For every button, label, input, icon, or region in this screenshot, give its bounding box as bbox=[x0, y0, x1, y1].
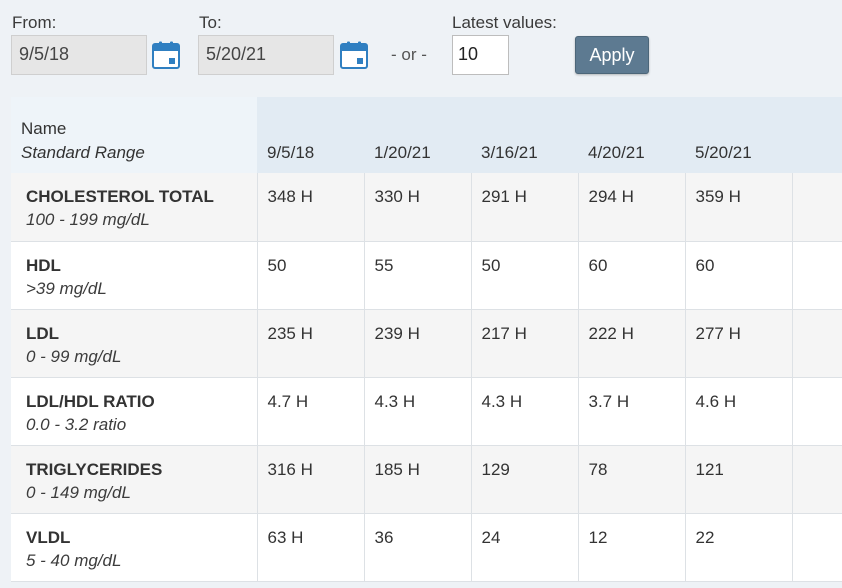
result-value-cell: 217 H bbox=[470, 309, 578, 378]
apply-button[interactable]: Apply bbox=[575, 36, 649, 74]
name-header-label: Name bbox=[21, 119, 67, 138]
result-value-cell: 63 H bbox=[256, 513, 364, 582]
result-value-cell: 121 bbox=[684, 445, 792, 514]
empty-cell bbox=[791, 309, 842, 378]
result-value-cell: 4.6 H bbox=[684, 377, 792, 446]
calendar-icon[interactable] bbox=[152, 41, 180, 69]
lab-results-page: From: 9/5/18 To: 5/20/21 - or - Latest v… bbox=[0, 0, 842, 588]
test-name-cell: LDL/HDL RATIO 0.0 - 3.2 ratio bbox=[11, 377, 257, 446]
standard-range: 0 - 99 mg/dL bbox=[26, 346, 122, 366]
standard-range-header-label: Standard Range bbox=[21, 143, 145, 162]
result-value-cell: 222 H bbox=[577, 309, 685, 378]
from-label: From: bbox=[12, 13, 57, 32]
table-header-row: Name Standard Range 9/5/18 1/20/21 3/16/… bbox=[11, 97, 842, 173]
result-value-cell: 50 bbox=[470, 241, 578, 310]
result-value-cell: 12 bbox=[577, 513, 685, 582]
empty-cell bbox=[791, 513, 842, 582]
test-name-cell: TRIGLYCERIDES 0 - 149 mg/dL bbox=[11, 445, 257, 514]
empty-column-header bbox=[792, 97, 842, 173]
result-value-cell: 22 bbox=[684, 513, 792, 582]
date-column-header[interactable]: 4/20/21 bbox=[578, 97, 685, 173]
standard-range: 0.0 - 3.2 ratio bbox=[26, 414, 127, 434]
test-name[interactable]: LDL bbox=[26, 324, 257, 344]
date-filter-bar: From: 9/5/18 To: 5/20/21 - or - Latest v… bbox=[0, 0, 842, 98]
test-name[interactable]: HDL bbox=[26, 256, 257, 276]
result-value-cell: 36 bbox=[363, 513, 471, 582]
to-date-input[interactable]: 5/20/21 bbox=[198, 35, 334, 75]
test-name[interactable]: VLDL bbox=[26, 528, 257, 548]
table-row: HDL >39 mg/dL 50 55 50 60 60 bbox=[11, 241, 842, 310]
test-name[interactable]: LDL/HDL RATIO bbox=[26, 392, 257, 412]
calendar-icon[interactable] bbox=[340, 41, 368, 69]
table-row: TRIGLYCERIDES 0 - 149 mg/dL 316 H 185 H … bbox=[11, 445, 842, 514]
from-date-input[interactable]: 9/5/18 bbox=[11, 35, 147, 75]
table-row: LDL/HDL RATIO 0.0 - 3.2 ratio 4.7 H 4.3 … bbox=[11, 377, 842, 446]
standard-range: >39 mg/dL bbox=[26, 278, 107, 298]
result-value-cell: 4.7 H bbox=[256, 377, 364, 446]
test-name-cell: VLDL 5 - 40 mg/dL bbox=[11, 513, 257, 582]
date-column-header[interactable]: 1/20/21 bbox=[364, 97, 471, 173]
result-value-cell: 291 H bbox=[470, 173, 578, 242]
result-value-cell: 235 H bbox=[256, 309, 364, 378]
result-value-cell: 316 H bbox=[256, 445, 364, 514]
test-name-cell: HDL >39 mg/dL bbox=[11, 241, 257, 310]
result-value-cell: 277 H bbox=[684, 309, 792, 378]
empty-cell bbox=[791, 173, 842, 242]
standard-range: 5 - 40 mg/dL bbox=[26, 550, 122, 570]
result-value-cell: 348 H bbox=[256, 173, 364, 242]
table-row: LDL 0 - 99 mg/dL 235 H 239 H 217 H 222 H… bbox=[11, 309, 842, 378]
result-value-cell: 4.3 H bbox=[363, 377, 471, 446]
table-row: VLDL 5 - 40 mg/dL 63 H 36 24 12 22 bbox=[11, 513, 842, 582]
test-name[interactable]: CHOLESTEROL TOTAL bbox=[26, 187, 257, 207]
standard-range: 0 - 149 mg/dL bbox=[26, 482, 131, 502]
date-column-header[interactable]: 9/5/18 bbox=[257, 97, 364, 173]
result-value-cell: 3.7 H bbox=[577, 377, 685, 446]
empty-cell bbox=[791, 241, 842, 310]
result-value-cell: 55 bbox=[363, 241, 471, 310]
empty-cell bbox=[791, 445, 842, 514]
results-table: Name Standard Range 9/5/18 1/20/21 3/16/… bbox=[11, 97, 842, 582]
result-value-cell: 60 bbox=[577, 241, 685, 310]
result-value-cell: 239 H bbox=[363, 309, 471, 378]
test-name[interactable]: TRIGLYCERIDES bbox=[26, 460, 257, 480]
to-label: To: bbox=[199, 13, 222, 32]
test-name-cell: CHOLESTEROL TOTAL 100 - 199 mg/dL bbox=[11, 173, 257, 242]
date-column-header[interactable]: 3/16/21 bbox=[471, 97, 578, 173]
result-value-cell: 359 H bbox=[684, 173, 792, 242]
name-column-header: Name Standard Range bbox=[11, 97, 257, 173]
result-value-cell: 4.3 H bbox=[470, 377, 578, 446]
result-value-cell: 50 bbox=[256, 241, 364, 310]
result-value-cell: 129 bbox=[470, 445, 578, 514]
date-column-header[interactable]: 5/20/21 bbox=[685, 97, 792, 173]
table-row: CHOLESTEROL TOTAL 100 - 199 mg/dL 348 H … bbox=[11, 173, 842, 242]
result-value-cell: 185 H bbox=[363, 445, 471, 514]
result-value-cell: 330 H bbox=[363, 173, 471, 242]
result-value-cell: 24 bbox=[470, 513, 578, 582]
result-value-cell: 78 bbox=[577, 445, 685, 514]
standard-range: 100 - 199 mg/dL bbox=[26, 210, 150, 229]
result-value-cell: 294 H bbox=[577, 173, 685, 242]
or-separator: - or - bbox=[391, 45, 427, 64]
empty-cell bbox=[791, 377, 842, 446]
latest-values-input[interactable]: 10 bbox=[452, 35, 509, 75]
test-name-cell: LDL 0 - 99 mg/dL bbox=[11, 309, 257, 378]
result-value-cell: 60 bbox=[684, 241, 792, 310]
latest-values-label: Latest values: bbox=[452, 13, 557, 32]
